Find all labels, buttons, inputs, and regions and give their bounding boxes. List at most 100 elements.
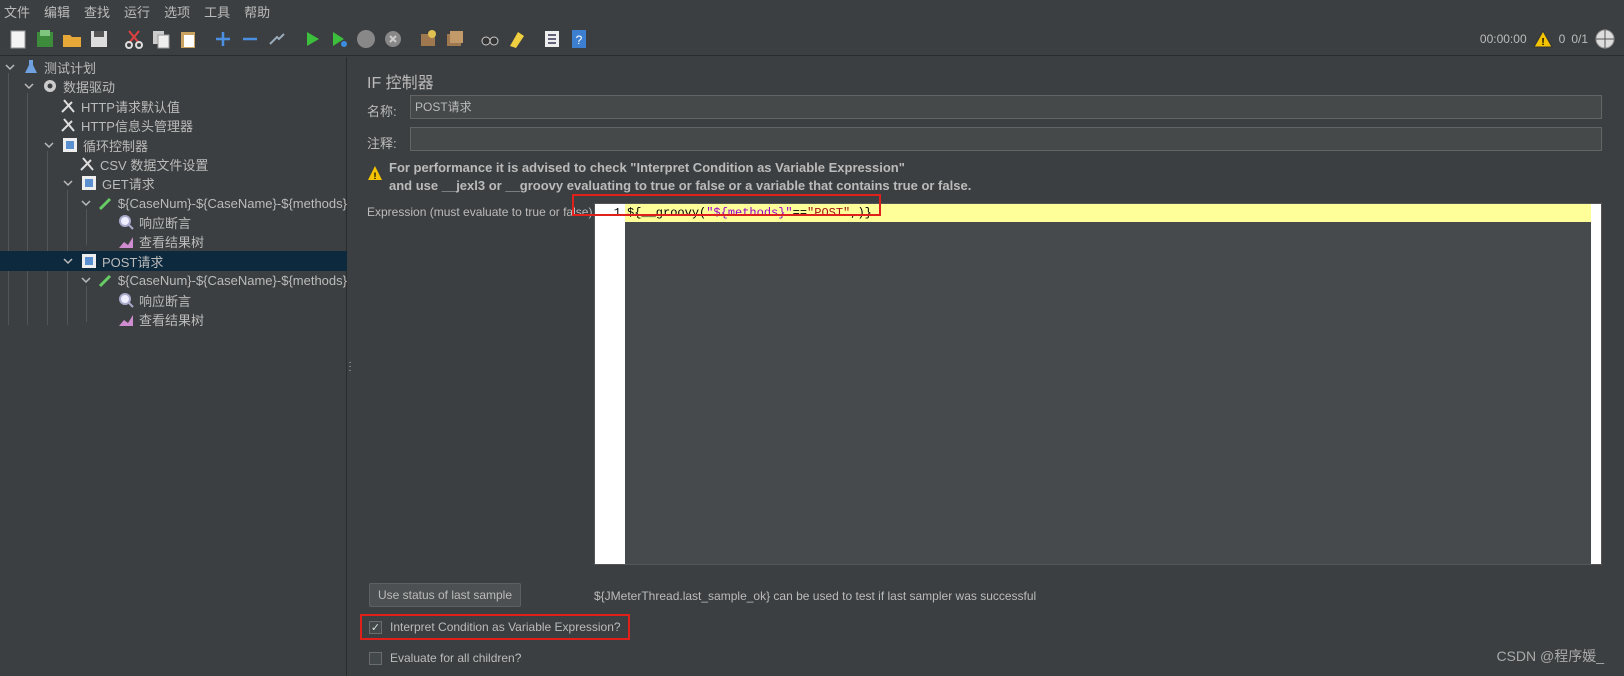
tree-node-results-tree[interactable]: 查看结果树 xyxy=(0,309,347,329)
warning-count: 0 xyxy=(1558,32,1566,46)
tree-node-label: 数据驱动 xyxy=(63,79,116,95)
svg-text:!: ! xyxy=(1541,37,1544,48)
highlight-box xyxy=(572,194,881,216)
function-helper-icon[interactable] xyxy=(540,27,564,51)
tree-node-label: 测试计划 xyxy=(44,60,97,76)
flask-icon xyxy=(22,58,40,76)
tree-node-http-defaults[interactable]: HTTP请求默认值 xyxy=(0,96,347,116)
name-field[interactable]: POST请求 xyxy=(410,95,1602,119)
chevron-down-icon[interactable] xyxy=(4,61,16,73)
panel-title: IF 控制器 xyxy=(367,75,434,92)
timer: 00:00:00 xyxy=(1479,32,1527,46)
tree-node-loop-controller[interactable]: 循环控制器 xyxy=(0,135,347,155)
collapse-all-icon[interactable] xyxy=(238,27,262,51)
globe-icon xyxy=(1594,28,1616,50)
chevron-down-icon[interactable] xyxy=(62,177,74,189)
svg-text:!: ! xyxy=(374,171,377,181)
tree-node-response-assertion[interactable]: 响应断言 xyxy=(0,212,347,232)
copy-icon[interactable] xyxy=(149,27,173,51)
comment-field[interactable] xyxy=(410,127,1602,151)
menu-options[interactable]: 选项 xyxy=(164,2,190,21)
clear-all-icon[interactable] xyxy=(443,27,467,51)
search-icon[interactable] xyxy=(478,27,502,51)
tree-node-csv-config[interactable]: CSV 数据文件设置 xyxy=(0,154,347,174)
warning-line-2: and use __jexl3 or __groovy evaluating t… xyxy=(389,178,972,193)
expand-all-icon[interactable] xyxy=(211,27,235,51)
evaluate-children-row[interactable]: Evaluate for all children? xyxy=(369,651,521,665)
tree-node-label: ${CaseNum}-${CaseName}-${methods} xyxy=(117,195,347,211)
menu-help[interactable]: 帮助 xyxy=(244,2,270,21)
start-icon[interactable] xyxy=(300,27,324,51)
tree-node-test-plan[interactable]: 测试计划 xyxy=(0,57,347,77)
chevron-down-icon[interactable] xyxy=(62,255,74,267)
start-no-pause-icon[interactable] xyxy=(327,27,351,51)
menu-edit[interactable]: 编辑 xyxy=(44,2,70,21)
controller-icon xyxy=(61,136,79,154)
paste-icon[interactable] xyxy=(176,27,200,51)
wrench-icon xyxy=(59,116,77,134)
tree-node-label: 响应断言 xyxy=(139,215,192,231)
tree-node-label: 查看结果树 xyxy=(139,312,205,328)
gear-icon xyxy=(41,77,59,95)
tree-node-data-driven[interactable]: 数据驱动 xyxy=(0,76,347,96)
tree-node-label: HTTP信息头管理器 xyxy=(81,118,193,134)
reset-search-icon[interactable] xyxy=(505,27,529,51)
open-icon[interactable] xyxy=(60,27,84,51)
cut-icon[interactable] xyxy=(122,27,146,51)
magnifier-icon xyxy=(117,291,135,309)
use-status-button[interactable]: Use status of last sample xyxy=(369,583,521,607)
evaluate-label: Evaluate for all children? xyxy=(390,651,522,665)
tree-node-header-manager[interactable]: HTTP信息头管理器 xyxy=(0,115,347,135)
tree-node-sampler-post[interactable]: ${CaseNum}-${CaseName}-${methods} xyxy=(0,270,347,290)
toolbar: ? 00:00:00 ! 0 0/1 xyxy=(0,22,1624,56)
tree-node-label: GET请求 xyxy=(102,176,155,192)
tree-node-label: HTTP请求默认值 xyxy=(81,99,180,115)
tree-node-get-request[interactable]: GET请求 xyxy=(0,173,347,193)
stop-icon[interactable] xyxy=(354,27,378,51)
chevron-down-icon[interactable] xyxy=(23,80,35,92)
help-icon[interactable]: ? xyxy=(567,27,591,51)
controller-icon xyxy=(80,252,98,270)
tree-node-post-request[interactable]: POST请求 xyxy=(0,251,347,271)
tree-node-response-assertion[interactable]: 响应断言 xyxy=(0,290,347,310)
pipette-icon xyxy=(98,194,114,212)
menu-tools[interactable]: 工具 xyxy=(204,2,230,21)
menu-bar: 文件 编辑 查找 运行 选项 工具 帮助 xyxy=(0,0,1624,22)
chart-icon xyxy=(117,232,135,250)
expression-label: Expression (must evaluate to true or fal… xyxy=(367,205,593,219)
warning-icon[interactable]: ! xyxy=(1532,29,1553,49)
new-icon[interactable] xyxy=(6,27,30,51)
chevron-down-icon[interactable] xyxy=(81,197,92,209)
menu-run[interactable]: 运行 xyxy=(124,2,150,21)
wrench-icon xyxy=(59,97,77,115)
save-icon[interactable] xyxy=(87,27,111,51)
clear-icon[interactable] xyxy=(416,27,440,51)
evaluate-checkbox[interactable] xyxy=(369,651,382,665)
tree-node-label: 响应断言 xyxy=(139,293,192,309)
svg-text:?: ? xyxy=(576,33,583,47)
templates-icon[interactable] xyxy=(33,27,57,51)
shutdown-icon[interactable] xyxy=(381,27,405,51)
tree-node-label: 查看结果树 xyxy=(139,234,205,250)
magnifier-icon xyxy=(117,213,135,231)
name-label: 名称: xyxy=(367,104,397,119)
pipette-icon xyxy=(98,271,114,289)
watermark: CSDN @程序媛_ xyxy=(1496,648,1604,664)
warning-icon: ! xyxy=(367,165,383,184)
status-hint: ${JMeterThread.last_sample_ok} can be us… xyxy=(594,589,1037,603)
toggle-icon[interactable] xyxy=(265,27,289,51)
test-plan-tree: 测试计划 数据驱动 HTTP请求默认值 HTTP信息头管理器 循环控制器 CSV… xyxy=(0,57,347,676)
tree-node-results-tree[interactable]: 查看结果树 xyxy=(0,231,347,251)
thread-count: 0/1 xyxy=(1571,32,1588,46)
chevron-down-icon[interactable] xyxy=(43,139,55,151)
tree-node-sampler-get[interactable]: ${CaseNum}-${CaseName}-${methods} xyxy=(0,193,347,213)
warning-line-1: For performance it is advised to check "… xyxy=(389,160,905,175)
expression-editor[interactable]: 1 ${__groovy("${methods}"=="POST",)} xyxy=(594,203,1602,565)
chevron-down-icon[interactable] xyxy=(81,274,92,286)
line-gutter: 1 xyxy=(595,204,625,564)
controller-icon xyxy=(80,174,98,192)
menu-search[interactable]: 查找 xyxy=(84,2,110,21)
tree-node-label: CSV 数据文件设置 xyxy=(100,157,209,173)
menu-file[interactable]: 文件 xyxy=(4,2,30,21)
editor-scrollbar[interactable] xyxy=(1591,204,1601,564)
